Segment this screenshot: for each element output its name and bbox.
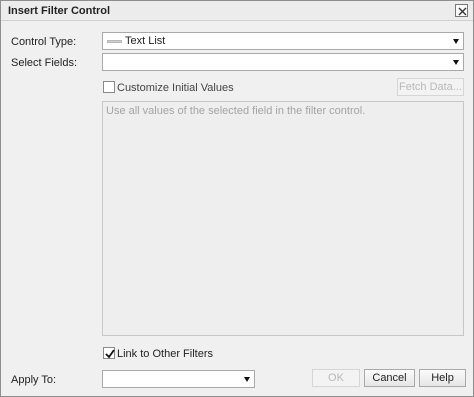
help-button[interactable]: Help — [419, 369, 466, 387]
apply-to-select[interactable] — [102, 370, 255, 388]
chevron-down-icon — [453, 39, 459, 44]
chevron-down-icon — [453, 60, 459, 65]
select-fields-select[interactable] — [102, 53, 464, 71]
link-to-other-filters-label: Link to Other Filters — [117, 348, 213, 360]
title-bar: Insert Filter Control — [1, 1, 473, 21]
cancel-button[interactable]: Cancel — [364, 369, 415, 387]
select-fields-label: Select Fields: — [11, 57, 78, 69]
link-to-other-filters-checkbox[interactable] — [103, 347, 115, 359]
initial-values-hint: Use all values of the selected field in … — [106, 105, 366, 117]
dialog-title: Insert Filter Control — [8, 5, 111, 17]
control-type-label: Control Type: — [11, 36, 77, 48]
control-type-value: Text List — [125, 35, 166, 47]
ok-button[interactable]: OK — [312, 369, 360, 387]
customize-initial-values-checkbox[interactable] — [103, 81, 115, 93]
close-button[interactable] — [455, 4, 468, 17]
text-list-icon — [107, 40, 122, 43]
apply-to-label: Apply To: — [11, 374, 57, 386]
chevron-down-icon — [244, 377, 250, 382]
control-type-select[interactable]: Text List — [102, 32, 464, 50]
customize-initial-values-label: Customize Initial Values — [117, 82, 234, 94]
insert-filter-control-dialog: Insert Filter Control Control Type: Text… — [0, 0, 474, 397]
initial-values-area[interactable]: Use all values of the selected field in … — [102, 101, 464, 336]
checkmark-icon — [105, 349, 115, 359]
fetch-data-button[interactable]: Fetch Data... — [397, 78, 464, 96]
close-icon — [458, 7, 467, 16]
